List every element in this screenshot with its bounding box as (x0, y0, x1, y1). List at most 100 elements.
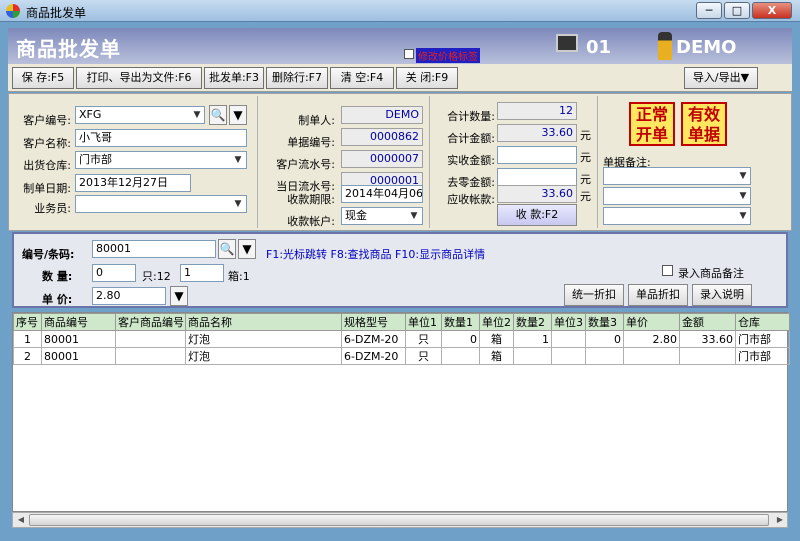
clear-button[interactable]: 清 空:F4 (330, 67, 394, 89)
price-input[interactable]: 2.80 (92, 287, 166, 305)
maximize-button[interactable]: □ (724, 2, 750, 19)
table-cell[interactable] (115, 330, 186, 348)
total-amount-label: 合计金额: (447, 132, 495, 145)
table-cell[interactable]: 1 (513, 330, 552, 348)
column-header[interactable]: 序号 (13, 313, 42, 331)
cust-serial-label: 客户流水号: (276, 158, 335, 171)
table-cell[interactable]: 2 (13, 347, 42, 365)
wholesale-button[interactable]: 批发单:F3 (204, 67, 264, 89)
scroll-right-icon[interactable]: ▶ (773, 514, 787, 526)
scroll-thumb[interactable] (29, 514, 769, 526)
column-header[interactable]: 客户商品编号 (115, 313, 186, 331)
table-cell[interactable]: 2.80 (623, 330, 680, 348)
search-icon[interactable]: 🔍 (209, 105, 227, 125)
close-button[interactable]: 关 闭:F9 (396, 67, 458, 89)
table-cell[interactable]: 只 (405, 330, 442, 348)
dropdown-arrow-icon[interactable]: ▼ (170, 286, 188, 306)
table-cell[interactable]: 0 (585, 330, 624, 348)
items-grid[interactable]: 序号 商品编号 客户商品编号 商品名称 规格型号 单位1 数量1 单位2 数量2 单位3 数量3 单价… (12, 312, 790, 512)
dropdown-arrow-icon[interactable]: ▼ (736, 168, 750, 184)
app-icon (6, 4, 20, 18)
received-label: 实收金额: (447, 154, 495, 167)
rounding-input[interactable] (497, 168, 577, 186)
received-input[interactable] (497, 146, 577, 164)
customer-code-input[interactable]: XFG (75, 106, 205, 124)
column-header[interactable]: 单价 (623, 313, 680, 331)
salesman-select[interactable] (75, 195, 247, 213)
dropdown-arrow-icon[interactable]: ▼ (407, 208, 421, 224)
close-window-button[interactable]: X (752, 2, 792, 19)
table-cell[interactable]: 箱 (479, 330, 514, 348)
delete-row-button[interactable]: 删除行:F7 (266, 67, 328, 89)
table-cell[interactable]: 灯泡 (185, 330, 342, 348)
table-cell[interactable] (585, 347, 624, 365)
column-header[interactable]: 商品名称 (185, 313, 342, 331)
code-input[interactable]: 80001 (92, 240, 216, 258)
remark-select-2[interactable] (603, 187, 751, 205)
table-cell[interactable] (441, 347, 480, 365)
horizontal-scrollbar[interactable]: ◀ ▶ (12, 512, 788, 528)
dropdown-arrow-icon[interactable]: ▼ (231, 152, 245, 168)
due-input[interactable]: 2014年04月06E (341, 185, 423, 203)
column-header[interactable]: 单位1 (405, 313, 442, 331)
table-cell[interactable] (679, 347, 736, 365)
table-cell[interactable] (551, 347, 586, 365)
qty-unit1-input[interactable]: 0 (92, 264, 136, 282)
table-cell[interactable]: 80001 (41, 347, 116, 365)
table-cell[interactable] (623, 347, 680, 365)
dropdown-arrow-icon[interactable]: ▼ (736, 188, 750, 204)
minimize-button[interactable]: ─ (696, 2, 722, 19)
table-cell[interactable]: 6-DZM-20 (341, 347, 406, 365)
search-icon[interactable]: 🔍 (218, 239, 236, 259)
column-header[interactable]: 数量2 (513, 313, 552, 331)
column-header[interactable]: 金额 (679, 313, 736, 331)
table-cell[interactable]: 80001 (41, 330, 116, 348)
table-cell[interactable] (551, 330, 586, 348)
table-cell[interactable]: 门市部 (735, 330, 790, 348)
discount-all-button[interactable]: 统一折扣 (564, 284, 624, 306)
column-header[interactable]: 规格型号 (341, 313, 406, 331)
table-cell[interactable]: 6-DZM-20 (341, 330, 406, 348)
remark-select-3[interactable] (603, 207, 751, 225)
discount-item-button[interactable]: 单品折扣 (628, 284, 688, 306)
dropdown-arrow-icon[interactable]: ▼ (229, 105, 247, 125)
date-input[interactable]: 2013年12月27日 (75, 174, 191, 192)
table-cell[interactable]: 只 (405, 347, 442, 365)
table-cell[interactable]: 33.60 (679, 330, 736, 348)
dropdown-arrow-icon[interactable]: ▼ (190, 107, 204, 123)
save-button[interactable]: 保 存:F5 (12, 67, 74, 89)
print-export-button[interactable]: 打印、导出为文件:F6 (76, 67, 202, 89)
qty-unit2-input[interactable]: 1 (180, 264, 224, 282)
valid-doc-stamp: 有效 单据 (681, 102, 727, 146)
total-qty-label: 合计数量: (447, 110, 495, 123)
table-cell[interactable]: 箱 (479, 347, 514, 365)
column-header[interactable]: 单位3 (551, 313, 586, 331)
column-header[interactable]: 数量3 (585, 313, 624, 331)
dropdown-arrow-icon[interactable]: ▼ (231, 196, 245, 212)
collect-payment-button[interactable]: 收 款:F2 (497, 204, 577, 226)
table-cell[interactable]: 灯泡 (185, 347, 342, 365)
table-cell[interactable] (115, 347, 186, 365)
column-header[interactable]: 仓库 (735, 313, 790, 331)
table-cell[interactable]: 1 (13, 330, 42, 348)
table-row[interactable]: 2 80001 灯泡 6-DZM-20 只 箱 门市部 (13, 347, 790, 365)
table-row[interactable]: 1 80001 灯泡 6-DZM-20 只 0 箱 1 0 2.80 33.60 门市部 (13, 330, 790, 348)
entry-help-button[interactable]: 录入说明 (692, 284, 752, 306)
dropdown-arrow-icon[interactable]: ▼ (238, 239, 256, 259)
flag-checkbox[interactable] (404, 49, 414, 59)
column-header[interactable]: 数量1 (441, 313, 480, 331)
remark-checkbox-label: 录入商品备注 (678, 267, 744, 280)
import-export-button[interactable]: 导入/导出▼ (684, 67, 758, 89)
table-cell[interactable]: 0 (441, 330, 480, 348)
column-header[interactable]: 单位2 (479, 313, 514, 331)
remark-select-1[interactable] (603, 167, 751, 185)
table-cell[interactable]: 门市部 (735, 347, 790, 365)
column-header[interactable]: 商品编号 (41, 313, 116, 331)
warehouse-select[interactable]: 门市部 (75, 151, 247, 169)
dropdown-arrow-icon[interactable]: ▼ (736, 208, 750, 224)
scroll-left-icon[interactable]: ◀ (14, 514, 28, 526)
maker-label: 制单人: (298, 114, 335, 127)
remark-checkbox[interactable] (662, 265, 673, 276)
customer-name-input[interactable]: 小飞哥 (75, 129, 247, 147)
table-cell[interactable] (513, 347, 552, 365)
